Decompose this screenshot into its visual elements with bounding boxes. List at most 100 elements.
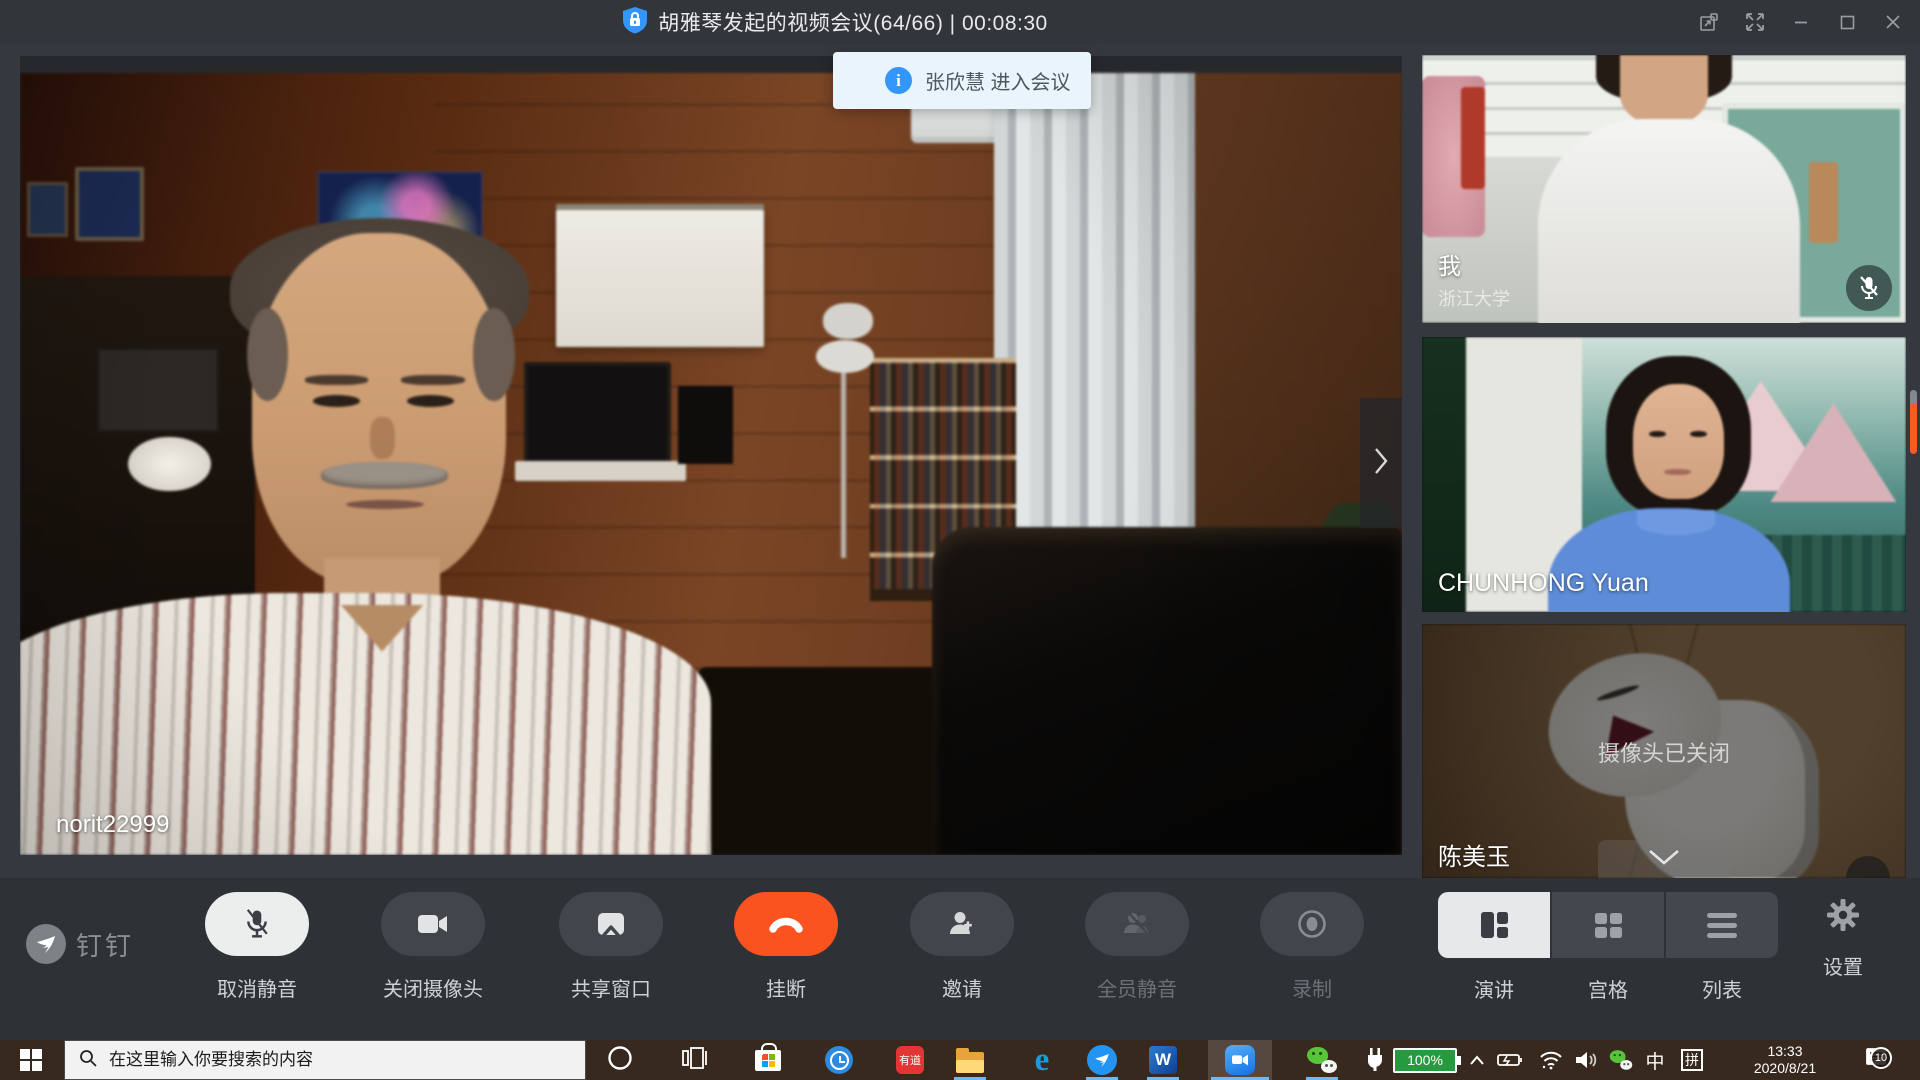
settings-button[interactable]: 设置 — [1793, 898, 1893, 980]
participant-tile-me[interactable]: 我 浙江大学 — [1422, 55, 1906, 323]
tray-date: 2020/8/21 — [1754, 1060, 1816, 1078]
unmute-button[interactable]: 取消静音 — [182, 892, 332, 1002]
view-grid-button[interactable] — [1552, 892, 1664, 958]
view-list-label: 列表 — [1666, 974, 1778, 1003]
start-button[interactable] — [0, 1040, 62, 1080]
record-icon — [1260, 892, 1364, 956]
sidebar-scrollbar[interactable] — [1910, 44, 1917, 878]
chevron-right-icon — [1373, 446, 1389, 481]
wechat-button[interactable] — [1298, 1040, 1346, 1080]
ime-language-indicator[interactable]: 中 — [1641, 1040, 1669, 1080]
titlebar: 胡雅琴发起的视频会议(64/66) | 00:08:30 — [0, 0, 1920, 44]
list-layout-icon — [1707, 913, 1737, 938]
cortana-icon — [607, 1045, 633, 1076]
participant-name: 陈美玉 — [1438, 837, 1510, 872]
battery-status-icon[interactable] — [1494, 1040, 1526, 1080]
brand-name: 钉钉 — [76, 926, 134, 963]
youdao-icon: 有道 — [896, 1046, 924, 1074]
participant-tile-chunhong[interactable]: CHUNHONG Yuan — [1422, 337, 1906, 612]
mute-all-button[interactable]: 全员静音 — [1062, 892, 1212, 1002]
windows-taskbar: 有道 e W — [0, 1040, 1920, 1080]
view-list-button[interactable] — [1666, 892, 1778, 958]
wechat-icon — [1307, 1047, 1337, 1073]
meeting-lock-shield-icon — [622, 6, 648, 39]
file-explorer-button[interactable] — [946, 1040, 994, 1080]
dingtalk-brand: 钉钉 — [26, 924, 134, 964]
main-participant-name: norit22999 — [56, 811, 169, 839]
ms-store-button[interactable] — [744, 1040, 792, 1080]
search-icon — [79, 1049, 97, 1072]
close-icon[interactable] — [1874, 5, 1912, 39]
file-explorer-icon — [956, 1052, 984, 1073]
dingtalk-app-icon — [1087, 1045, 1117, 1075]
windows-logo-icon — [20, 1049, 42, 1071]
info-icon: i — [885, 67, 912, 94]
window-controls — [1690, 0, 1912, 44]
edge-button[interactable]: e — [1018, 1040, 1066, 1080]
tray-time: 13:33 — [1767, 1043, 1802, 1061]
main-video: norit22999 — [20, 56, 1402, 855]
word-button[interactable]: W — [1139, 1040, 1187, 1080]
youdao-button[interactable]: 有道 — [886, 1040, 934, 1080]
speaker-layout-icon — [1481, 912, 1508, 938]
dingtalk-logo-icon — [26, 924, 66, 964]
meeting-stage: norit22999 i 张欣慧 进入会议 我 浙江大学 — [0, 44, 1920, 878]
participant-tile-chenmeiyu[interactable]: 摄像头已关闭 陈美玉 — [1422, 624, 1906, 878]
grid-layout-icon — [1595, 913, 1622, 938]
invite-person-icon — [910, 892, 1014, 956]
fullscreen-icon[interactable] — [1736, 5, 1774, 39]
camera-off-button[interactable]: 关闭摄像头 — [358, 892, 508, 1002]
share-window-icon — [559, 892, 663, 956]
battery-level: 100% — [1393, 1048, 1457, 1073]
search-input[interactable] — [109, 1050, 549, 1070]
participant-video-me — [1422, 55, 1906, 323]
volume-icon[interactable] — [1570, 1040, 1602, 1080]
meeting-app-icon — [1225, 1045, 1255, 1075]
action-center-button[interactable]: 10 — [1852, 1040, 1900, 1080]
ms-store-icon — [755, 1050, 781, 1071]
meeting-toolbar: 钉钉 取消静音 关闭摄像头 — [0, 878, 1920, 1040]
task-view-icon — [682, 1047, 708, 1074]
ime-mode-indicator[interactable]: 拼 — [1678, 1040, 1706, 1080]
maximize-icon[interactable] — [1828, 5, 1866, 39]
view-grid-label: 宫格 — [1552, 974, 1664, 1003]
toast-text: 张欣慧 进入会议 — [925, 66, 1071, 95]
participant-org: 浙江大学 — [1438, 285, 1510, 311]
camera-off-label: 摄像头已关闭 — [1422, 736, 1906, 768]
edge-icon: e — [1035, 1042, 1050, 1079]
wifi-icon[interactable] — [1536, 1040, 1566, 1080]
camera-icon — [381, 892, 485, 956]
action-center-icon: 10 — [1864, 1048, 1888, 1073]
wechat-tray-icon[interactable] — [1604, 1040, 1638, 1080]
cortana-button[interactable] — [596, 1040, 644, 1080]
clock-app-button[interactable] — [815, 1040, 863, 1080]
view-speaker-button[interactable] — [1438, 892, 1550, 958]
hangup-button[interactable]: 挂断 — [711, 892, 861, 1002]
view-speaker-label: 演讲 — [1438, 974, 1550, 1003]
taskbar-search[interactable] — [64, 1040, 586, 1080]
mute-all-icon — [1085, 892, 1189, 956]
participant-name: 我 — [1438, 247, 1461, 281]
record-button[interactable]: 录制 — [1237, 892, 1387, 1002]
dingtalk-app-button[interactable] — [1078, 1040, 1126, 1080]
join-toast: i 张欣慧 进入会议 — [833, 52, 1091, 109]
tray-overflow-chevron[interactable] — [1464, 1040, 1490, 1080]
mic-muted-icon — [205, 892, 309, 956]
hangup-icon — [734, 892, 838, 956]
meeting-app-button[interactable] — [1208, 1040, 1272, 1080]
clock-date-widget[interactable]: 13:33 2020/8/21 — [1730, 1040, 1840, 1080]
minimize-icon[interactable] — [1782, 5, 1820, 39]
collapse-tile-button[interactable] — [1598, 840, 1730, 878]
collapse-sidebar-button[interactable] — [1360, 398, 1402, 528]
scrollbar-thumb-gray[interactable] — [1910, 390, 1917, 404]
share-window-button[interactable]: 共享窗口 — [536, 892, 686, 1002]
task-view-button[interactable] — [671, 1040, 719, 1080]
participant-name: CHUNHONG Yuan — [1438, 569, 1649, 598]
scrollbar-thumb-orange[interactable] — [1910, 404, 1917, 454]
power-plug-icon[interactable] — [1362, 1040, 1388, 1080]
clock-app-icon — [825, 1046, 853, 1074]
invite-button[interactable]: 邀请 — [887, 892, 1037, 1002]
popout-icon[interactable] — [1690, 5, 1728, 39]
battery-tray-widget[interactable]: 100% — [1390, 1040, 1460, 1080]
window-title: 胡雅琴发起的视频会议(64/66) | 00:08:30 — [658, 7, 1047, 37]
